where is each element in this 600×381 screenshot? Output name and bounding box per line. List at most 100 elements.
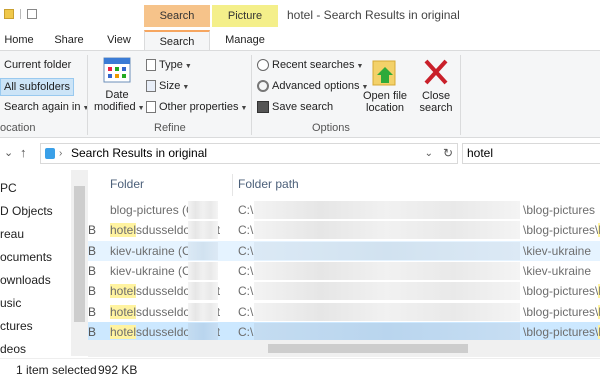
- chevron-down-icon[interactable]: ⌄: [4, 146, 13, 159]
- search-input[interactable]: hotel: [462, 143, 600, 164]
- tab-view[interactable]: View: [104, 30, 134, 50]
- open-file-location-label-2: location: [366, 102, 404, 114]
- folder-path-end: \blog-pictures\h: [523, 322, 600, 342]
- close-search-label-2: search: [419, 102, 453, 114]
- date-modified-button[interactable]: Date modified ▼: [94, 57, 145, 113]
- advanced-options-button[interactable]: Advanced options ▼: [257, 80, 368, 93]
- picture-tools-context-tab: Picture Tools: [212, 5, 278, 44]
- nav-item-downloads[interactable]: ownloads: [0, 273, 51, 287]
- tab-home[interactable]: Home: [4, 30, 34, 50]
- nav-item-desktop[interactable]: reau: [0, 227, 24, 241]
- folder-path-end: \blog-pictures\h: [523, 220, 600, 240]
- nav-item-videos[interactable]: deos: [0, 342, 26, 356]
- column-header-folder-path[interactable]: Folder path: [238, 170, 299, 200]
- open-file-location-button[interactable]: Open file location: [360, 57, 410, 114]
- search-hit-highlight: hotel: [110, 223, 137, 238]
- size-button[interactable]: Size ▼: [146, 80, 189, 93]
- save-search-button[interactable]: Save search: [257, 101, 333, 114]
- redacted-region: [188, 261, 218, 280]
- selection-size: 992 KB: [98, 363, 138, 377]
- row-mark: [88, 200, 108, 220]
- search-results-icon: [45, 148, 55, 159]
- nav-item-3d-objects[interactable]: D Objects: [0, 204, 53, 218]
- address-field[interactable]: › Search Results in original ⌄ ↻: [40, 143, 458, 164]
- other-properties-button[interactable]: Other properties ▼: [146, 101, 247, 114]
- horizontal-scrollbar-thumb[interactable]: [268, 344, 468, 353]
- address-path: Search Results in original: [71, 146, 208, 160]
- ribbon: Current folder All subfolders Search aga…: [0, 50, 600, 138]
- folder-path-end: \kiev-ukraine: [523, 263, 592, 278]
- tab-manage[interactable]: Manage: [212, 30, 278, 50]
- current-folder-button[interactable]: Current folder: [4, 59, 71, 71]
- nav-scrollbar-thumb[interactable]: [74, 186, 85, 322]
- table-row[interactable]: Bhotelsdusseldorfbest...C:\\blog-picture…: [88, 281, 600, 301]
- quick-access-dropdown-icon[interactable]: [27, 9, 37, 19]
- search-hit-highlight: hotel: [110, 304, 137, 319]
- refresh-icon[interactable]: ↻: [443, 144, 453, 163]
- folder-path-end: \blog-pictures\h: [523, 281, 600, 301]
- folder-icon[interactable]: [4, 9, 14, 19]
- nav-item-pictures[interactable]: ctures: [0, 319, 33, 333]
- nav-item-music[interactable]: usic: [0, 296, 21, 310]
- nav-item-documents[interactable]: ocuments: [0, 250, 52, 264]
- group-divider: [87, 55, 88, 135]
- redacted-region: [254, 201, 520, 219]
- redacted-region: [188, 282, 218, 301]
- search-again-in-label: Search again in: [4, 101, 81, 113]
- calendar-icon: [103, 57, 131, 83]
- table-row[interactable]: Bkiev-ukraine (C:\ C:\ \kiev-ukraine: [88, 240, 600, 261]
- close-search-button[interactable]: Close search: [416, 57, 456, 114]
- redacted-region: [254, 241, 520, 260]
- table-row[interactable]: Bhotelsdusseldorfbest...C:\\blog-picture…: [88, 220, 600, 240]
- redacted-region: [254, 322, 520, 341]
- refine-group-label: Refine: [154, 122, 186, 134]
- type-button[interactable]: Type ▼: [146, 59, 192, 72]
- folder-path-end: \kiev-ukraine: [523, 243, 592, 258]
- size-label: Size: [159, 80, 181, 92]
- horizontal-scrollbar[interactable]: [88, 340, 600, 357]
- group-divider: [460, 55, 461, 135]
- status-bar: 1 item selected 992 KB: [0, 358, 600, 380]
- tab-search[interactable]: Search: [144, 30, 210, 50]
- address-bar-row: ⌄ ↑ › Search Results in original ⌄ ↻ hot…: [0, 139, 600, 169]
- location-group-label: ocation: [0, 122, 36, 134]
- row-mark: B: [88, 304, 97, 319]
- redacted-region: [254, 261, 520, 280]
- clock-icon: [257, 59, 269, 72]
- title-bar: Search Tools Picture Tools hotel - Searc…: [0, 0, 600, 44]
- breadcrumb-chevron-icon: ›: [59, 148, 63, 159]
- redacted-region: [188, 241, 218, 260]
- table-row[interactable]: Bhotelsdusseldorfbest...C:\\blog-picture…: [88, 321, 600, 342]
- recent-searches-button[interactable]: Recent searches ▼: [257, 59, 363, 72]
- table-row[interactable]: Bkiev-ukraine (C:\ C:\ \kiev-ukraine: [88, 261, 600, 281]
- column-divider[interactable]: [232, 174, 233, 196]
- column-header-folder[interactable]: Folder: [110, 170, 144, 200]
- size-icon: [146, 80, 156, 93]
- redacted-region: [188, 221, 218, 240]
- row-mark: B: [88, 263, 97, 278]
- tab-share[interactable]: Share: [54, 30, 84, 50]
- up-arrow-icon[interactable]: ↑: [20, 145, 27, 160]
- open-folder-arrow-icon: [372, 60, 396, 86]
- search-again-in-button[interactable]: Search again in ▼: [4, 101, 89, 113]
- row-mark: B: [88, 223, 97, 238]
- row-mark: B: [88, 284, 97, 299]
- properties-icon: [146, 101, 156, 114]
- options-group-label: Options: [312, 122, 350, 134]
- chevron-down-icon[interactable]: ⌄: [425, 144, 433, 163]
- search-tools-context-tab: Search Tools: [144, 5, 210, 44]
- all-subfolders-button[interactable]: All subfolders: [0, 78, 75, 96]
- nav-item-pc[interactable]: PC: [0, 181, 17, 195]
- type-label: Type: [159, 59, 183, 71]
- search-hit-highlight: hotel: [110, 324, 137, 339]
- ribbon-tab-strip: Home Share View Search Manage: [0, 30, 600, 50]
- close-search-label-1: Close: [421, 90, 451, 102]
- table-row[interactable]: Bhotelsdusseldorfbest...C:\\blog-picture…: [88, 302, 600, 322]
- toolbar-divider: [20, 9, 21, 19]
- window-title: hotel - Search Results in original: [287, 8, 460, 22]
- results-list: Folder Folder path blog-pictures (C:\ C:\…: [88, 170, 600, 356]
- table-row[interactable]: blog-pictures (C:\ C:\ \blog-pictures: [88, 200, 600, 220]
- redacted-region: [188, 322, 218, 341]
- chevron-down-icon: ▼: [82, 105, 90, 112]
- folder-path-end: \blog-pictures\h: [523, 302, 600, 322]
